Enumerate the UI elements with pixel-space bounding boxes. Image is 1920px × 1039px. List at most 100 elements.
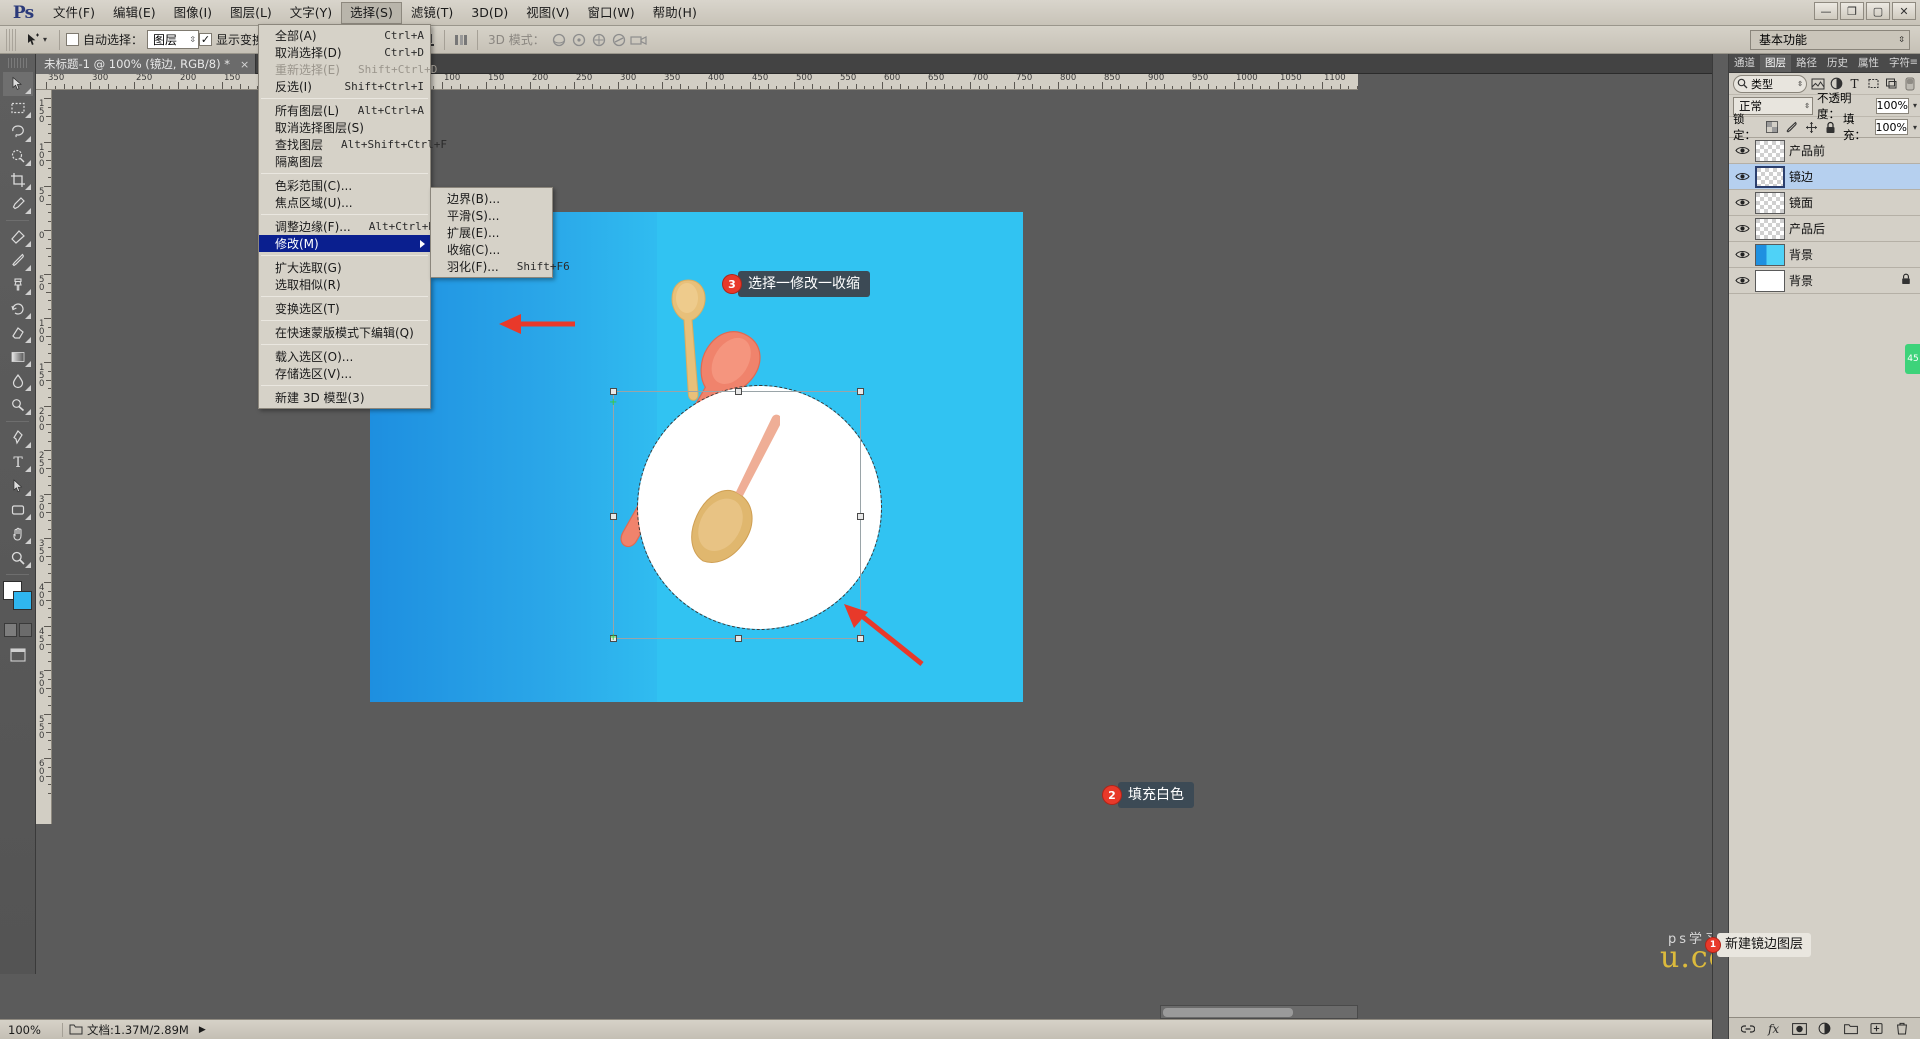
- color-swatches[interactable]: [3, 581, 33, 611]
- close-button[interactable]: ✕: [1892, 2, 1916, 20]
- select-menu-item-17[interactable]: 选取相似(R): [259, 276, 430, 293]
- panel-tab-3[interactable]: 历史: [1822, 55, 1853, 72]
- select-menu-item-5[interactable]: 所有图层(L)Alt+Ctrl+A: [259, 102, 430, 119]
- select-menu-item-26[interactable]: 新建 3D 模型(3): [259, 389, 430, 406]
- menu-item-4[interactable]: 文字(Y): [281, 2, 341, 24]
- restore-button[interactable]: ❐: [1840, 2, 1864, 20]
- toolbox-grip[interactable]: [8, 58, 27, 68]
- layer-row[interactable]: 产品前: [1729, 138, 1920, 164]
- history-brush-tool[interactable]: [3, 297, 33, 321]
- transform-bounding-box[interactable]: [613, 391, 861, 639]
- select-menu-item-7[interactable]: 查找图层Alt+Shift+Ctrl+F: [259, 136, 430, 153]
- panel-tab-1[interactable]: 图层: [1760, 55, 1791, 72]
- horizontal-ruler[interactable]: 3503002502001501005005010015020025030035…: [36, 74, 1358, 90]
- standard-mode-icon[interactable]: [4, 623, 17, 637]
- show-transform-checkbox[interactable]: [199, 33, 212, 46]
- fill-value[interactable]: 100%: [1875, 119, 1908, 135]
- vertical-ruler[interactable]: 1501005005010015020025030035040045050055…: [36, 90, 52, 824]
- layer-thumbnail[interactable]: [1755, 244, 1785, 266]
- layer-row[interactable]: 镜边: [1729, 164, 1920, 190]
- auto-select-target-combo[interactable]: 图层 ⇳: [147, 30, 199, 49]
- type-tool[interactable]: T: [3, 450, 33, 474]
- 3d-camera-icon[interactable]: [629, 30, 649, 50]
- lock-position-icon[interactable]: [1804, 118, 1819, 136]
- layer-thumbnail[interactable]: [1755, 192, 1785, 214]
- modify-submenu-item-1[interactable]: 平滑(S)...: [431, 207, 552, 224]
- delete-layer-icon[interactable]: [1894, 1020, 1911, 1037]
- background-color-swatch[interactable]: [13, 591, 32, 610]
- eye-icon[interactable]: [1733, 194, 1751, 212]
- options-bar-grip[interactable]: [6, 29, 16, 51]
- select-menu-item-13[interactable]: 调整边缘(F)...Alt+Ctrl+R: [259, 218, 430, 235]
- canvas-area[interactable]: + +: [52, 90, 1358, 824]
- layer-thumbnail[interactable]: [1755, 166, 1785, 188]
- document-tab[interactable]: 未标题-1 @ 100% (镜边, RGB/8) * ×: [36, 54, 256, 74]
- layer-filter-combo[interactable]: 类型 ⇳: [1733, 75, 1807, 93]
- eyedropper-tool[interactable]: [3, 192, 33, 216]
- select-menu-item-1[interactable]: 取消选择(D)Ctrl+D: [259, 44, 430, 61]
- healing-brush-tool[interactable]: [3, 225, 33, 249]
- quick-mask-mode-icon[interactable]: [19, 623, 32, 637]
- lasso-tool[interactable]: [3, 120, 33, 144]
- select-menu-dropdown[interactable]: 全部(A)Ctrl+A取消选择(D)Ctrl+D重新选择(E)Shift+Ctr…: [258, 24, 431, 409]
- 3d-roll-icon[interactable]: [569, 30, 589, 50]
- path-selection-tool[interactable]: [3, 474, 33, 498]
- menu-item-7[interactable]: 3D(D): [462, 2, 517, 24]
- tool-preset-arrow[interactable]: ▾: [43, 35, 47, 44]
- select-menu-item-24[interactable]: 存储选区(V)...: [259, 365, 430, 382]
- new-group-icon[interactable]: [1842, 1020, 1859, 1037]
- select-menu-item-11[interactable]: 焦点区域(U)...: [259, 194, 430, 211]
- panel-tab-strip[interactable]: 通道图层路径历史属性字符段落≡: [1729, 54, 1920, 72]
- workspace-selector[interactable]: 基本功能 ⇳: [1750, 30, 1910, 50]
- 3d-pan-icon[interactable]: [589, 30, 609, 50]
- modify-submenu-item-2[interactable]: 扩展(E)...: [431, 224, 552, 241]
- maximize-button[interactable]: ▢: [1866, 2, 1890, 20]
- link-layers-icon[interactable]: [1739, 1020, 1756, 1037]
- 3d-rotate-icon[interactable]: [549, 30, 569, 50]
- distribute-icon[interactable]: [451, 30, 471, 50]
- layer-style-icon[interactable]: fx: [1765, 1020, 1782, 1037]
- window-controls[interactable]: — ❐ ▢ ✕: [1814, 2, 1916, 20]
- gradient-tool[interactable]: [3, 345, 33, 369]
- horizontal-scrollbar[interactable]: [1160, 1005, 1358, 1019]
- menu-item-9[interactable]: 窗口(W): [579, 2, 644, 24]
- layer-mask-icon[interactable]: [1791, 1020, 1808, 1037]
- layer-thumbnail[interactable]: [1755, 218, 1785, 240]
- select-menu-item-10[interactable]: 色彩范围(C)...: [259, 177, 430, 194]
- layer-row[interactable]: 背景: [1729, 268, 1920, 294]
- blur-tool[interactable]: [3, 369, 33, 393]
- menu-bar[interactable]: 文件(F)编辑(E)图像(I)图层(L)文字(Y)选择(S)滤镜(T)3D(D)…: [44, 0, 706, 26]
- lock-transparent-icon[interactable]: [1765, 118, 1780, 136]
- brush-tool[interactable]: [3, 249, 33, 273]
- adjustment-layer-icon[interactable]: [1816, 1020, 1833, 1037]
- minimize-button[interactable]: —: [1814, 2, 1838, 20]
- panel-tab-2[interactable]: 路径: [1791, 55, 1822, 72]
- panel-tab-0[interactable]: 通道: [1729, 55, 1760, 72]
- modify-submenu[interactable]: 边界(B)...平滑(S)...扩展(E)...收缩(C)...羽化(F)...…: [430, 187, 553, 278]
- menu-item-1[interactable]: 编辑(E): [104, 2, 165, 24]
- opacity-value[interactable]: 100%: [1876, 98, 1909, 114]
- eye-icon[interactable]: [1733, 168, 1751, 186]
- eraser-tool[interactable]: [3, 321, 33, 345]
- auto-select-checkbox[interactable]: [66, 33, 79, 46]
- menu-item-2[interactable]: 图像(I): [165, 2, 221, 24]
- select-menu-item-14[interactable]: 修改(M): [259, 235, 430, 252]
- panel-menu-icon[interactable]: ≡: [1910, 57, 1918, 68]
- new-layer-icon[interactable]: [1868, 1020, 1885, 1037]
- opacity-slider-arrow[interactable]: ▾: [1913, 101, 1917, 110]
- select-menu-item-3[interactable]: 反选(I)Shift+Ctrl+I: [259, 78, 430, 95]
- screen-mode-button[interactable]: [3, 645, 33, 665]
- modify-submenu-item-0[interactable]: 边界(B)...: [431, 190, 552, 207]
- select-menu-item-16[interactable]: 扩大选取(G): [259, 259, 430, 276]
- pen-tool[interactable]: [3, 426, 33, 450]
- menu-item-0[interactable]: 文件(F): [44, 2, 104, 24]
- menu-item-6[interactable]: 滤镜(T): [402, 2, 462, 24]
- select-menu-item-8[interactable]: 隔离图层: [259, 153, 430, 170]
- modify-submenu-item-4[interactable]: 羽化(F)...Shift+F6: [431, 258, 552, 275]
- filter-toggle-switch[interactable]: [1903, 75, 1917, 93]
- menu-item-8[interactable]: 视图(V): [517, 2, 578, 24]
- select-menu-item-21[interactable]: 在快速蒙版模式下编辑(Q): [259, 324, 430, 341]
- layer-row[interactable]: 产品后: [1729, 216, 1920, 242]
- zoom-level[interactable]: 100%: [0, 1023, 56, 1037]
- quick-mask-toggle[interactable]: [3, 619, 33, 641]
